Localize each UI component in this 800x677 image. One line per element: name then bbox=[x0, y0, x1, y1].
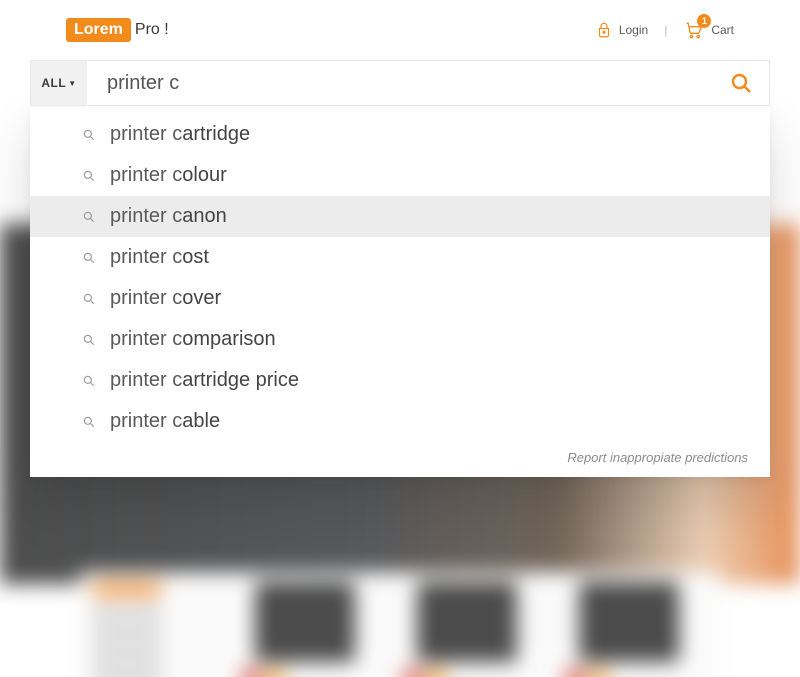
category-dropdown[interactable]: ALL ▼ bbox=[31, 61, 87, 105]
search-icon bbox=[82, 374, 96, 388]
cart-count-badge: 1 bbox=[697, 14, 711, 28]
suggestion-item[interactable]: printer cable bbox=[30, 401, 770, 442]
search-icon bbox=[82, 415, 96, 429]
suggestion-text: printer cost bbox=[110, 246, 209, 269]
suggestion-item[interactable]: printer cartridge bbox=[30, 114, 770, 155]
logo-badge: Lorem bbox=[66, 18, 131, 42]
header: Lorem Pro ! Login | bbox=[0, 0, 800, 60]
suggestion-item[interactable]: printer cartridge price bbox=[30, 360, 770, 401]
suggestion-item[interactable]: printer cost bbox=[30, 237, 770, 278]
login-label: Login bbox=[619, 23, 648, 37]
login-link[interactable]: Login bbox=[595, 21, 648, 39]
search-suggestions: printer cartridge printer colour printer c… bbox=[30, 104, 770, 477]
search-icon bbox=[82, 210, 96, 224]
suggestion-text: printer comparison bbox=[110, 328, 276, 351]
suggestion-text: printer cartridge bbox=[110, 123, 250, 146]
logo[interactable]: Lorem Pro ! bbox=[66, 18, 169, 42]
suggestion-text: printer colour bbox=[110, 164, 227, 187]
search-icon bbox=[82, 128, 96, 142]
lock-icon bbox=[595, 21, 613, 39]
suggestion-item[interactable]: printer colour bbox=[30, 155, 770, 196]
suggestion-item[interactable]: printer cover bbox=[30, 278, 770, 319]
search-input[interactable] bbox=[87, 61, 713, 105]
chevron-down-icon: ▼ bbox=[68, 79, 76, 88]
search-icon bbox=[82, 251, 96, 265]
report-predictions-link[interactable]: Report inappropiate predictions bbox=[30, 442, 770, 469]
header-right: Login | 1 Cart bbox=[595, 20, 734, 40]
search-icon bbox=[82, 292, 96, 306]
suggestion-text: printer canon bbox=[110, 205, 227, 228]
cart-label: Cart bbox=[711, 23, 734, 37]
search-button[interactable] bbox=[713, 61, 769, 105]
search-icon bbox=[82, 169, 96, 183]
header-divider: | bbox=[664, 23, 667, 37]
search-icon bbox=[729, 71, 753, 95]
suggestion-item[interactable]: printer comparison bbox=[30, 319, 770, 360]
cart-link[interactable]: 1 Cart bbox=[683, 20, 734, 40]
suggestion-text: printer cartridge price bbox=[110, 369, 299, 392]
category-label: ALL bbox=[41, 76, 66, 90]
search-bar: ALL ▼ bbox=[30, 60, 770, 106]
suggestion-item[interactable]: printer canon bbox=[30, 196, 770, 237]
suggestion-text: printer cable bbox=[110, 410, 220, 433]
logo-rest: Pro ! bbox=[135, 21, 169, 39]
search-icon bbox=[82, 333, 96, 347]
suggestion-text: printer cover bbox=[110, 287, 221, 310]
